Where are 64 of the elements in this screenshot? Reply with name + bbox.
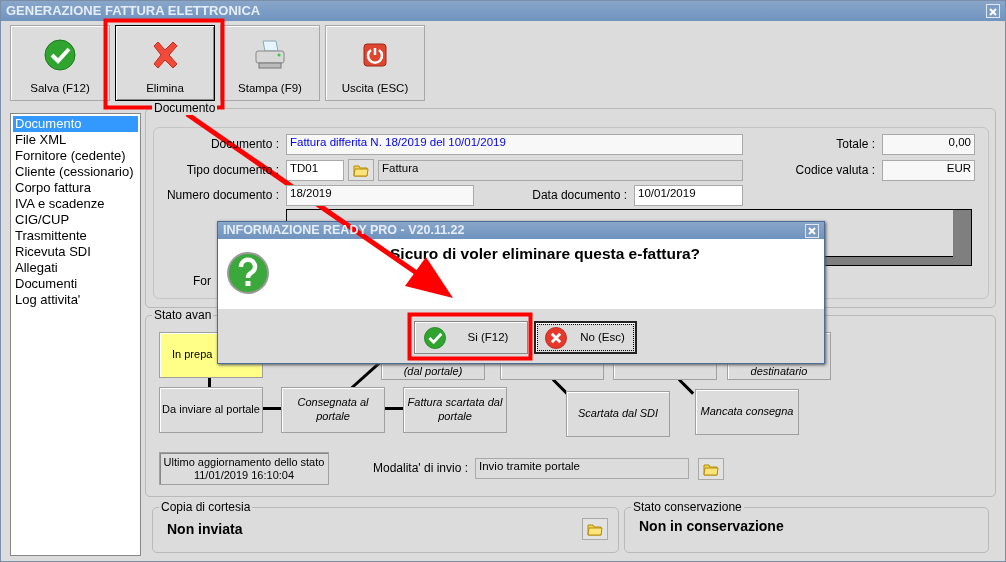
check-icon [423, 325, 447, 350]
text-field[interactable]: 0,00 [882, 134, 975, 155]
connector-line [263, 407, 281, 410]
field-label: Numero documento : [165, 188, 280, 203]
sidebar-item[interactable]: CIG/CUP [13, 212, 138, 228]
status-value: Non in conservazione [639, 518, 784, 535]
sidebar-item[interactable]: Allegati [13, 260, 138, 276]
group-title: Copia di cortesia [159, 500, 253, 514]
cross-icon [544, 325, 568, 350]
text-field[interactable]: EUR [882, 159, 975, 181]
text-field[interactable]: Fattura [378, 159, 743, 181]
sidebar-item[interactable]: Ricevuta SDI [13, 244, 138, 260]
text-field[interactable]: 10/01/2019 [634, 185, 743, 206]
window-title: GENERAZIONE FATTURA ELETTRONICA [6, 3, 261, 19]
sidebar-item[interactable]: Fornitore (cedente) [13, 148, 138, 164]
field-label: Totale : [835, 137, 876, 152]
field-label: Data documento : [531, 188, 628, 203]
dialog-button[interactable]: No (Esc) [534, 321, 637, 354]
dialog-button[interactable]: Si (F12) [414, 321, 528, 354]
folder-icon [353, 163, 369, 177]
sidebar-item[interactable]: File XML [13, 132, 138, 148]
toolbar-button[interactable]: Stampa (F9) [220, 25, 320, 101]
close-icon [808, 227, 816, 236]
connector-line [385, 407, 403, 410]
sidebar-item[interactable]: IVA e scadenze [13, 196, 138, 212]
status-value: Non inviata [167, 520, 243, 538]
toolbar-button[interactable]: Uscita (ESC) [325, 25, 425, 101]
status-label: Da inviare al portale [162, 403, 260, 417]
folder-button[interactable] [582, 518, 608, 540]
group-title: Documento [152, 101, 218, 115]
status-label: destinatario [750, 365, 808, 379]
status-label: Scartata dal SDI [577, 407, 659, 421]
status-label: Mancata consegna [700, 405, 794, 419]
status-label: Consegnata al portale [296, 396, 370, 424]
sidebar-item[interactable]: Trasmittente [13, 228, 138, 244]
group-title: Stato avan [152, 308, 214, 322]
sidebar-item[interactable]: Log attivita' [13, 292, 138, 308]
check-icon [43, 38, 77, 73]
close-icon [989, 7, 997, 16]
question-icon [226, 251, 270, 295]
text-field[interactable]: TD01 [286, 159, 344, 181]
text-field[interactable]: 18/2019 [286, 185, 474, 206]
folder-icon [703, 461, 719, 476]
toolbar-button[interactable]: Salva (F12) [10, 25, 110, 101]
sidebar-item[interactable]: Documenti [13, 276, 138, 292]
text-field[interactable]: Invio tramite portale [475, 458, 689, 479]
close-button[interactable] [805, 223, 819, 238]
folder-icon [587, 522, 603, 536]
sidebar-item[interactable]: Corpo fattura [13, 180, 138, 196]
field-label: Modalita' di invio : [373, 461, 469, 476]
status-label: In prepa [172, 348, 213, 362]
status-label: (dal portale) [403, 365, 463, 379]
field-label: Codice valuta : [794, 162, 876, 178]
toolbar-button[interactable]: Elimina [115, 25, 215, 101]
close-button[interactable] [986, 4, 1000, 18]
status-label: Fattura scartata dal portale [406, 396, 504, 424]
sidebar-item[interactable]: Cliente (cessionario) [13, 164, 138, 180]
group-title: Stato conservazione [631, 500, 744, 514]
field-label: For [193, 274, 212, 289]
folder-button[interactable] [698, 457, 724, 480]
text-field[interactable]: Fattura differita N. 18/2019 del 10/01/2019 [286, 134, 743, 155]
last-update-text: Ultimo aggiornamento dello stato [162, 456, 326, 469]
last-update-text: 11/01/2019 16:10:04 [192, 469, 296, 482]
folder-button[interactable] [348, 159, 374, 181]
